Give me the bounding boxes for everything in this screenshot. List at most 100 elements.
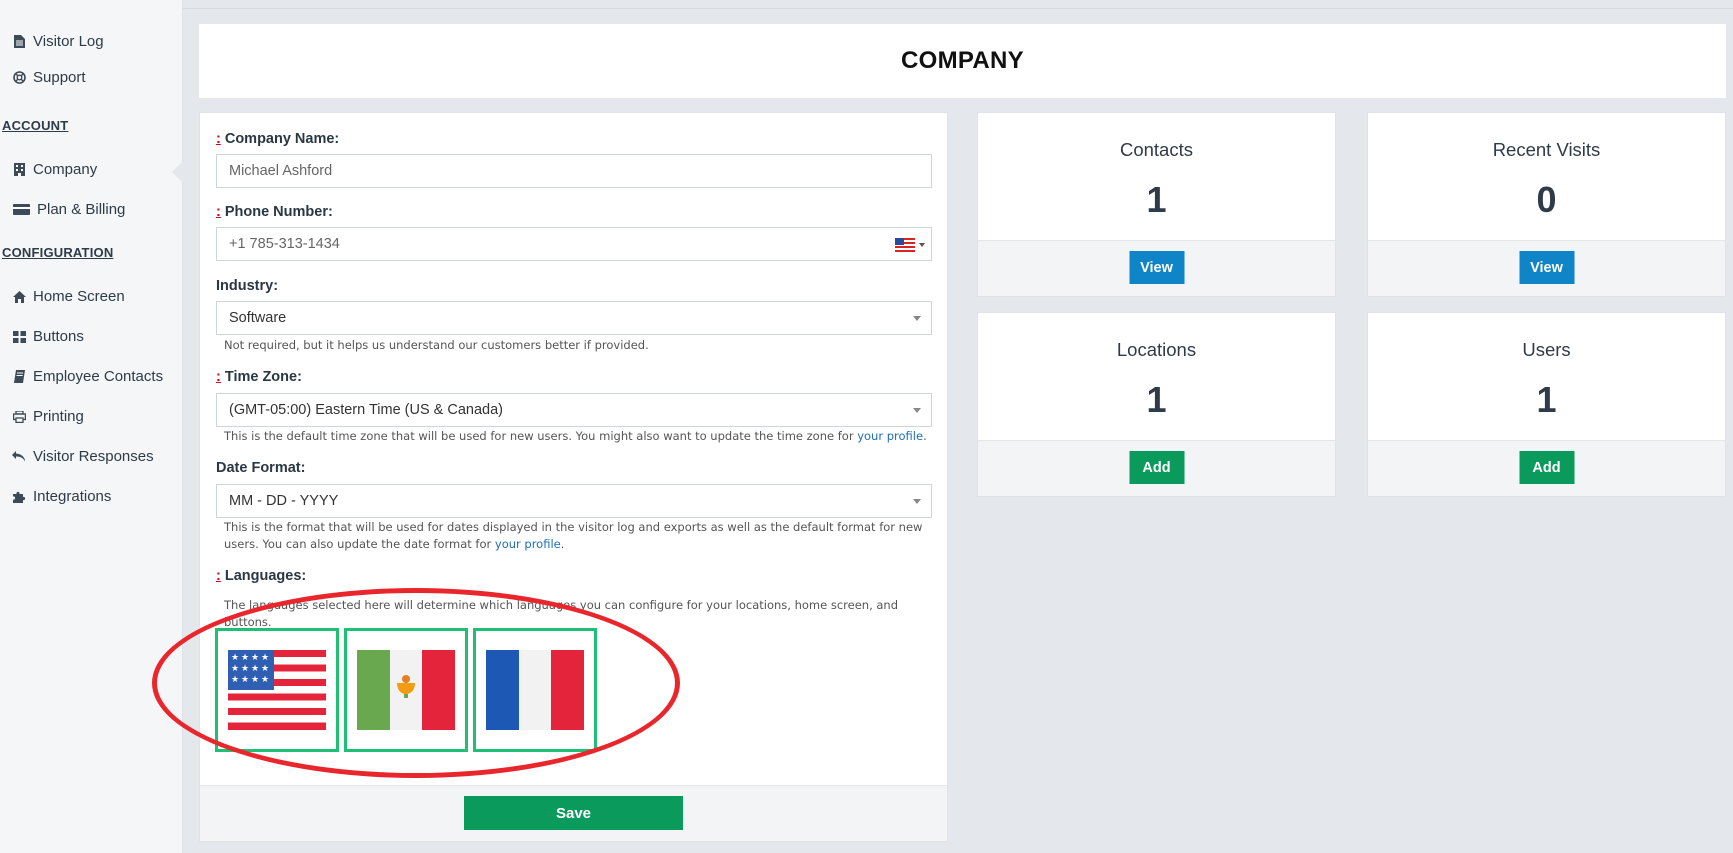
languages-help: The languages selected here will determi… xyxy=(224,598,899,629)
svg-text:★: ★ xyxy=(241,664,249,674)
sidebar-heading-configuration: CONFIGURATION xyxy=(2,245,114,260)
sidebar-item-label: Integrations xyxy=(33,488,112,505)
view-contacts-button[interactable]: View xyxy=(1129,251,1184,284)
sidebar-item-buttons[interactable]: Buttons xyxy=(12,328,84,345)
phone-number-label: : Phone Number: xyxy=(216,204,333,220)
industry-help: Not required, but it helps us understand… xyxy=(224,338,649,352)
time-zone-help: This is the default time zone that will … xyxy=(224,429,927,443)
save-button[interactable]: Save xyxy=(464,796,683,830)
svg-text:★: ★ xyxy=(241,675,249,685)
svg-text:★: ★ xyxy=(251,653,259,663)
view-recent-visits-button[interactable]: View xyxy=(1519,251,1574,284)
reply-all-icon xyxy=(12,451,26,462)
form-footer: Save xyxy=(200,785,947,841)
card-footer: View xyxy=(978,240,1335,296)
contacts-card: Contacts 1 View xyxy=(977,112,1336,297)
date-format-select[interactable]: MM - DD - YYYY xyxy=(216,484,932,518)
lifebuoy-icon xyxy=(12,71,26,84)
language-french-toggle[interactable] xyxy=(473,628,597,752)
your-profile-link[interactable]: your profile xyxy=(857,429,923,443)
svg-text:★: ★ xyxy=(231,675,239,685)
sidebar-item-support[interactable]: Support xyxy=(12,69,86,86)
required-mark: : xyxy=(216,568,221,584)
svg-text:★: ★ xyxy=(251,664,259,674)
sidebar-item-employee-contacts[interactable]: Employee Contacts xyxy=(12,368,163,385)
credit-card-icon xyxy=(12,204,30,215)
sidebar-item-label: Visitor Log xyxy=(33,33,104,50)
time-zone-select[interactable]: (GMT-05:00) Eastern Time (US & Canada) xyxy=(216,393,932,427)
mexico-flag-icon xyxy=(357,650,455,730)
locations-title: Locations xyxy=(1116,339,1197,360)
sidebar-item-label: Home Screen xyxy=(33,288,125,305)
svg-text:★: ★ xyxy=(231,664,239,674)
document-icon xyxy=(12,35,26,48)
svg-text:★: ★ xyxy=(261,675,269,685)
chevron-down-icon xyxy=(919,243,925,247)
sidebar-item-home-screen[interactable]: Home Screen xyxy=(12,288,125,305)
sidebar-item-visitor-responses[interactable]: Visitor Responses xyxy=(12,448,154,465)
date-format-label: Date Format: xyxy=(216,460,306,476)
contacts-title: Contacts xyxy=(1119,139,1193,160)
card-footer: View xyxy=(1368,240,1725,296)
printer-icon xyxy=(12,410,26,423)
chevron-down-icon xyxy=(913,408,921,413)
svg-text:★: ★ xyxy=(251,675,259,685)
users-count: 1 xyxy=(1536,379,1557,420)
languages-label: : Languages: xyxy=(216,568,307,584)
required-mark: : xyxy=(216,204,221,220)
svg-text:★: ★ xyxy=(261,653,269,663)
sidebar-item-label: Support xyxy=(33,69,86,86)
industry-label: Industry: xyxy=(216,278,279,294)
add-location-button[interactable]: Add xyxy=(1129,451,1184,484)
card-footer: Add xyxy=(978,440,1335,496)
active-indicator xyxy=(172,160,184,184)
card-footer: Add xyxy=(1368,440,1725,496)
required-mark: : xyxy=(216,131,221,147)
sidebar-item-visitor-log[interactable]: Visitor Log xyxy=(12,33,104,50)
svg-text:★: ★ xyxy=(261,664,269,674)
sidebar-item-label: Printing xyxy=(33,408,84,425)
industry-select[interactable]: Software xyxy=(216,301,932,335)
language-spanish-toggle[interactable] xyxy=(344,628,468,752)
recent-visits-title: Recent Visits xyxy=(1492,139,1601,160)
required-mark: : xyxy=(216,369,221,385)
users-card: Users 1 Add xyxy=(1367,312,1726,497)
recent-visits-card: Recent Visits 0 View xyxy=(1367,112,1726,297)
page-title: COMPANY xyxy=(901,47,1024,74)
sidebar-item-printing[interactable]: Printing xyxy=(12,408,84,425)
page-header: COMPANY xyxy=(199,24,1726,98)
country-flag-icon[interactable] xyxy=(895,238,915,252)
phone-number-input[interactable]: +1 785-313-1434 xyxy=(216,227,932,261)
users-title: Users xyxy=(1522,339,1571,360)
company-name-label: : Company Name: xyxy=(216,131,340,147)
us-flag-icon: ★ ★ ★ ★ ★ ★ ★ ★ ★ ★ ★ ★ xyxy=(228,650,326,730)
sidebar-item-label: Employee Contacts xyxy=(33,368,164,385)
sidebar-item-plan-billing[interactable]: Plan & Billing xyxy=(12,201,125,218)
top-strip xyxy=(183,0,1733,9)
contacts-count: 1 xyxy=(1146,179,1167,220)
add-user-button[interactable]: Add xyxy=(1519,451,1574,484)
chevron-down-icon xyxy=(913,499,921,504)
sidebar-item-label: Buttons xyxy=(33,328,84,345)
recent-visits-count: 0 xyxy=(1536,179,1557,220)
sidebar-item-label: Company xyxy=(33,161,98,178)
grid-icon xyxy=(12,330,26,343)
sidebar-item-label: Plan & Billing xyxy=(37,201,126,218)
building-icon xyxy=(12,163,26,176)
sidebar-item-company[interactable]: Company xyxy=(12,161,97,178)
your-profile-link[interactable]: your profile xyxy=(495,537,561,551)
puzzle-icon xyxy=(12,490,26,503)
france-flag-icon xyxy=(486,650,584,730)
sidebar-item-label: Visitor Responses xyxy=(33,448,154,465)
locations-count: 1 xyxy=(1146,379,1167,420)
sidebar: Visitor Log Support ACCOUNT Company Plan… xyxy=(0,0,183,853)
chevron-down-icon xyxy=(913,316,921,321)
locations-card: Locations 1 Add xyxy=(977,312,1336,497)
company-name-input[interactable]: Michael Ashford xyxy=(216,154,932,188)
time-zone-label: : Time Zone: xyxy=(216,369,302,385)
date-format-help: This is the format that will be used for… xyxy=(224,520,923,551)
sidebar-item-integrations[interactable]: Integrations xyxy=(12,488,111,505)
home-icon xyxy=(12,290,26,303)
language-english-toggle[interactable]: ★ ★ ★ ★ ★ ★ ★ ★ ★ ★ ★ ★ xyxy=(215,628,339,752)
sidebar-heading-account: ACCOUNT xyxy=(2,118,69,133)
